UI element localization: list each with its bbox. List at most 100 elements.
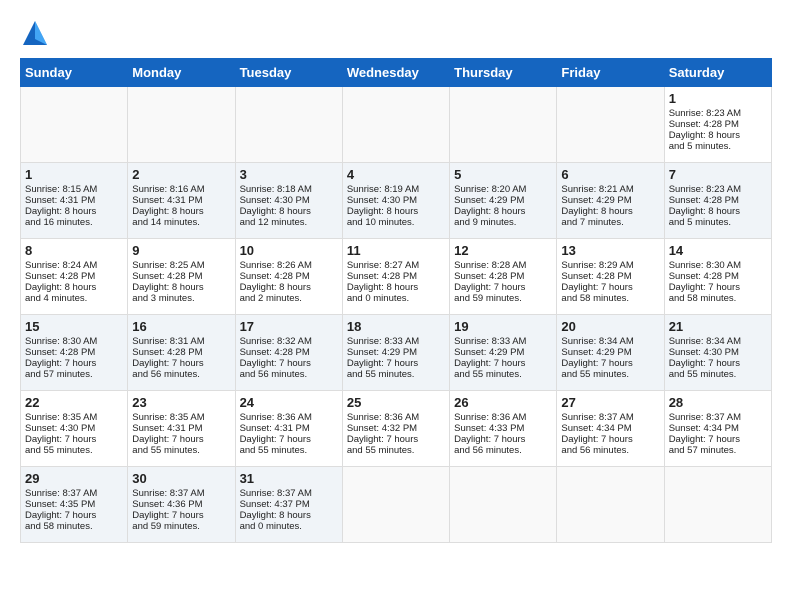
day-number: 30 <box>132 471 230 486</box>
daylight-minutes: and 58 minutes. <box>25 521 93 532</box>
sunrise: Sunrise: 8:27 AM <box>347 260 419 271</box>
calendar-cell: 29 Sunrise: 8:37 AM Sunset: 4:35 PM Dayl… <box>21 467 128 543</box>
day-number: 2 <box>132 167 230 182</box>
daylight-hours: Daylight: 8 hours <box>132 282 203 293</box>
daylight-hours: Daylight: 7 hours <box>132 434 203 445</box>
sunset: Sunset: 4:28 PM <box>561 271 631 282</box>
calendar-cell: 3 Sunrise: 8:18 AM Sunset: 4:30 PM Dayli… <box>235 163 342 239</box>
daylight-hours: Daylight: 8 hours <box>347 282 418 293</box>
sunset: Sunset: 4:36 PM <box>132 499 202 510</box>
day-number: 24 <box>240 395 338 410</box>
sunset: Sunset: 4:29 PM <box>347 347 417 358</box>
calendar-cell: 23 Sunrise: 8:35 AM Sunset: 4:31 PM Dayl… <box>128 391 235 467</box>
sunrise: Sunrise: 8:30 AM <box>25 336 97 347</box>
calendar-cell <box>450 467 557 543</box>
sunrise: Sunrise: 8:35 AM <box>132 412 204 423</box>
sunrise: Sunrise: 8:37 AM <box>25 488 97 499</box>
daylight-minutes: and 57 minutes. <box>669 445 737 456</box>
calendar-cell <box>342 467 449 543</box>
daylight-hours: Daylight: 7 hours <box>561 434 632 445</box>
sunset: Sunset: 4:28 PM <box>347 271 417 282</box>
sunset: Sunset: 4:28 PM <box>240 271 310 282</box>
daylight-hours: Daylight: 7 hours <box>454 434 525 445</box>
daylight-minutes: and 55 minutes. <box>454 369 522 380</box>
calendar-cell: 25 Sunrise: 8:36 AM Sunset: 4:32 PM Dayl… <box>342 391 449 467</box>
sunset: Sunset: 4:30 PM <box>669 347 739 358</box>
daylight-minutes: and 56 minutes. <box>132 369 200 380</box>
calendar-cell <box>235 87 342 163</box>
sunset: Sunset: 4:30 PM <box>240 195 310 206</box>
sunset: Sunset: 4:34 PM <box>561 423 631 434</box>
calendar-cell: 2 Sunrise: 8:16 AM Sunset: 4:31 PM Dayli… <box>128 163 235 239</box>
week-row-6: 29 Sunrise: 8:37 AM Sunset: 4:35 PM Dayl… <box>21 467 772 543</box>
daylight-hours: Daylight: 8 hours <box>240 206 311 217</box>
sunrise: Sunrise: 8:37 AM <box>669 412 741 423</box>
calendar-cell: 22 Sunrise: 8:35 AM Sunset: 4:30 PM Dayl… <box>21 391 128 467</box>
sunset: Sunset: 4:28 PM <box>25 271 95 282</box>
calendar-cell: 4 Sunrise: 8:19 AM Sunset: 4:30 PM Dayli… <box>342 163 449 239</box>
daylight-hours: Daylight: 7 hours <box>240 434 311 445</box>
sunrise: Sunrise: 8:28 AM <box>454 260 526 271</box>
daylight-hours: Daylight: 7 hours <box>669 282 740 293</box>
daylight-minutes: and 5 minutes. <box>669 141 731 152</box>
daylight-minutes: and 57 minutes. <box>25 369 93 380</box>
calendar-cell: 1 Sunrise: 8:15 AM Sunset: 4:31 PM Dayli… <box>21 163 128 239</box>
day-number: 1 <box>25 167 123 182</box>
daylight-minutes: and 7 minutes. <box>561 217 623 228</box>
day-number: 31 <box>240 471 338 486</box>
sunset: Sunset: 4:33 PM <box>454 423 524 434</box>
day-number: 8 <box>25 243 123 258</box>
page: SundayMondayTuesdayWednesdayThursdayFrid… <box>0 0 792 553</box>
sunrise: Sunrise: 8:26 AM <box>240 260 312 271</box>
daylight-hours: Daylight: 7 hours <box>25 358 96 369</box>
calendar-cell <box>450 87 557 163</box>
daylight-hours: Daylight: 7 hours <box>132 358 203 369</box>
sunrise: Sunrise: 8:36 AM <box>454 412 526 423</box>
sunrise: Sunrise: 8:20 AM <box>454 184 526 195</box>
header-day-wednesday: Wednesday <box>342 59 449 87</box>
daylight-minutes: and 2 minutes. <box>240 293 302 304</box>
sunset: Sunset: 4:35 PM <box>25 499 95 510</box>
calendar-cell <box>342 87 449 163</box>
daylight-hours: Daylight: 8 hours <box>25 206 96 217</box>
sunset: Sunset: 4:34 PM <box>669 423 739 434</box>
calendar-cell: 16 Sunrise: 8:31 AM Sunset: 4:28 PM Dayl… <box>128 315 235 391</box>
daylight-hours: Daylight: 7 hours <box>25 510 96 521</box>
calendar-cell <box>557 467 664 543</box>
sunrise: Sunrise: 8:34 AM <box>669 336 741 347</box>
day-number: 22 <box>25 395 123 410</box>
sunset: Sunset: 4:28 PM <box>669 195 739 206</box>
calendar-cell: 19 Sunrise: 8:33 AM Sunset: 4:29 PM Dayl… <box>450 315 557 391</box>
daylight-minutes: and 5 minutes. <box>669 217 731 228</box>
day-number: 12 <box>454 243 552 258</box>
day-number: 6 <box>561 167 659 182</box>
header-day-sunday: Sunday <box>21 59 128 87</box>
daylight-minutes: and 56 minutes. <box>561 445 629 456</box>
calendar-cell <box>664 467 771 543</box>
daylight-hours: Daylight: 8 hours <box>561 206 632 217</box>
calendar-cell: 28 Sunrise: 8:37 AM Sunset: 4:34 PM Dayl… <box>664 391 771 467</box>
week-row-5: 22 Sunrise: 8:35 AM Sunset: 4:30 PM Dayl… <box>21 391 772 467</box>
sunset: Sunset: 4:29 PM <box>454 195 524 206</box>
calendar-cell: 31 Sunrise: 8:37 AM Sunset: 4:37 PM Dayl… <box>235 467 342 543</box>
daylight-hours: Daylight: 7 hours <box>669 434 740 445</box>
sunrise: Sunrise: 8:29 AM <box>561 260 633 271</box>
calendar-cell: 6 Sunrise: 8:21 AM Sunset: 4:29 PM Dayli… <box>557 163 664 239</box>
day-number: 1 <box>669 91 767 106</box>
sunset: Sunset: 4:29 PM <box>454 347 524 358</box>
sunset: Sunset: 4:31 PM <box>25 195 95 206</box>
day-number: 18 <box>347 319 445 334</box>
sunrise: Sunrise: 8:36 AM <box>240 412 312 423</box>
sunrise: Sunrise: 8:34 AM <box>561 336 633 347</box>
daylight-hours: Daylight: 7 hours <box>454 358 525 369</box>
header-day-tuesday: Tuesday <box>235 59 342 87</box>
daylight-minutes: and 4 minutes. <box>25 293 87 304</box>
daylight-hours: Daylight: 7 hours <box>132 510 203 521</box>
daylight-hours: Daylight: 7 hours <box>669 358 740 369</box>
daylight-minutes: and 55 minutes. <box>240 445 308 456</box>
day-number: 21 <box>669 319 767 334</box>
daylight-minutes: and 55 minutes. <box>25 445 93 456</box>
calendar-cell: 5 Sunrise: 8:20 AM Sunset: 4:29 PM Dayli… <box>450 163 557 239</box>
day-number: 13 <box>561 243 659 258</box>
daylight-hours: Daylight: 8 hours <box>240 282 311 293</box>
